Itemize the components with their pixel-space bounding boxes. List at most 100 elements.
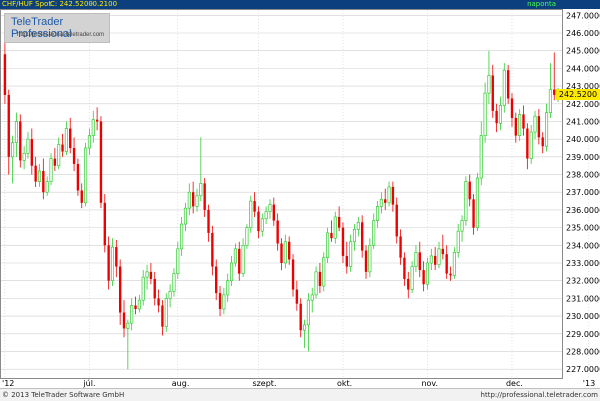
candle[interactable]: [49, 153, 53, 186]
candle[interactable]: [460, 215, 464, 242]
candle[interactable]: [72, 137, 76, 171]
candle[interactable]: [410, 261, 414, 294]
candle[interactable]: [238, 241, 241, 281]
candle[interactable]: [272, 197, 276, 226]
candle[interactable]: [529, 125, 533, 164]
candle[interactable]: [69, 117, 72, 154]
candle[interactable]: [107, 236, 110, 290]
candle[interactable]: [95, 107, 99, 131]
candle[interactable]: [42, 158, 45, 200]
candle[interactable]: [475, 172, 479, 232]
candle[interactable]: [449, 266, 452, 281]
candle[interactable]: [257, 206, 260, 239]
candle[interactable]: [349, 234, 353, 272]
candle[interactable]: [172, 268, 176, 297]
candlestick-chart[interactable]: 227.0000 228.0000 229.0000 230.0000 231.0000…: [0, 0, 600, 400]
candle[interactable]: [345, 241, 348, 274]
candle[interactable]: [103, 194, 106, 253]
candle[interactable]: [249, 195, 253, 233]
candle[interactable]: [379, 192, 383, 214]
candle[interactable]: [253, 192, 256, 217]
candle[interactable]: [87, 128, 91, 156]
candle[interactable]: [452, 247, 456, 279]
candle[interactable]: [399, 229, 402, 265]
candle[interactable]: [287, 236, 291, 265]
candle[interactable]: [479, 121, 483, 186]
candle[interactable]: [180, 217, 184, 256]
candle[interactable]: [445, 245, 448, 279]
candle[interactable]: [468, 174, 471, 207]
candle[interactable]: [533, 110, 537, 140]
candle[interactable]: [526, 123, 529, 170]
candle[interactable]: [280, 238, 283, 271]
candle[interactable]: [3, 33, 7, 104]
candle[interactable]: [45, 176, 49, 196]
candle[interactable]: [548, 63, 552, 118]
candle[interactable]: [356, 217, 360, 237]
candle[interactable]: [64, 121, 68, 156]
candle[interactable]: [491, 64, 494, 118]
candle[interactable]: [414, 245, 418, 272]
candle[interactable]: [118, 259, 122, 325]
candle[interactable]: [53, 148, 57, 171]
candle[interactable]: [30, 128, 34, 175]
candle[interactable]: [207, 204, 210, 242]
candle[interactable]: [384, 188, 387, 210]
candle[interactable]: [264, 206, 268, 225]
candle[interactable]: [310, 287, 314, 313]
candle[interactable]: [318, 263, 322, 294]
candle[interactable]: [295, 280, 299, 311]
candle[interactable]: [487, 50, 491, 104]
candle[interactable]: [137, 294, 141, 313]
candle[interactable]: [84, 142, 88, 207]
candle[interactable]: [161, 300, 164, 336]
candle[interactable]: [330, 220, 333, 242]
candle[interactable]: [80, 183, 83, 209]
candle[interactable]: [164, 293, 168, 332]
candle[interactable]: [502, 63, 506, 113]
candle[interactable]: [218, 286, 222, 317]
candle[interactable]: [187, 183, 191, 216]
candle[interactable]: [391, 181, 395, 212]
candle[interactable]: [22, 146, 26, 170]
candle[interactable]: [425, 257, 430, 290]
candle[interactable]: [291, 254, 295, 297]
candle[interactable]: [437, 241, 441, 269]
candle[interactable]: [518, 109, 522, 141]
candle[interactable]: [268, 199, 272, 219]
candle[interactable]: [57, 137, 61, 170]
candle[interactable]: [183, 202, 188, 232]
candle[interactable]: [145, 264, 149, 290]
candle[interactable]: [91, 110, 95, 143]
candle[interactable]: [429, 248, 433, 271]
candle[interactable]: [375, 201, 380, 228]
candle[interactable]: [26, 132, 30, 159]
candle[interactable]: [326, 227, 330, 263]
candle[interactable]: [360, 215, 364, 258]
candle[interactable]: [387, 181, 391, 207]
candle[interactable]: [14, 112, 18, 157]
candle[interactable]: [364, 245, 368, 279]
candle[interactable]: [222, 287, 226, 315]
candle[interactable]: [322, 252, 326, 292]
candle[interactable]: [245, 224, 249, 249]
candle[interactable]: [283, 234, 287, 269]
candle[interactable]: [19, 114, 22, 168]
candle[interactable]: [199, 137, 203, 202]
candle[interactable]: [372, 213, 376, 249]
candle[interactable]: [134, 296, 137, 315]
candle[interactable]: [422, 261, 425, 292]
candle[interactable]: [61, 133, 64, 157]
candle[interactable]: [37, 163, 42, 187]
candle[interactable]: [122, 300, 126, 338]
candle[interactable]: [545, 103, 549, 152]
candle[interactable]: [211, 225, 214, 276]
candle[interactable]: [498, 96, 502, 131]
candle[interactable]: [314, 266, 318, 299]
candle[interactable]: [241, 238, 245, 278]
candle[interactable]: [333, 211, 337, 244]
candle[interactable]: [168, 284, 172, 308]
candle[interactable]: [191, 181, 195, 214]
candle[interactable]: [233, 243, 237, 267]
candle[interactable]: [76, 158, 80, 196]
